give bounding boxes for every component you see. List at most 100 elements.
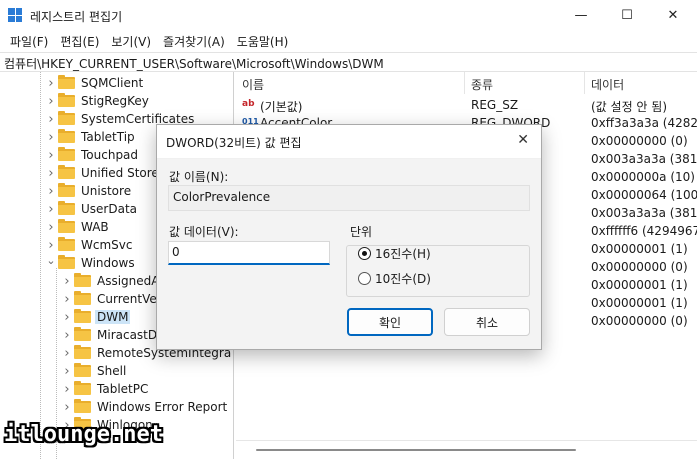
tree-item[interactable]: › SQMClient	[44, 74, 145, 92]
value-data-input[interactable]: 0	[168, 241, 330, 265]
folder-icon	[58, 255, 75, 269]
folder-icon	[58, 165, 75, 179]
ok-button[interactable]: 확인	[347, 308, 433, 336]
menu-help[interactable]: 도움말(H)	[231, 33, 295, 50]
folder-icon	[74, 327, 91, 341]
folder-icon	[58, 93, 75, 107]
menu-edit[interactable]: 편집(E)	[54, 33, 105, 50]
value-data: 0x00000000 (0)	[591, 314, 688, 328]
chevron-right-icon[interactable]: ›	[60, 400, 74, 415]
regedit-app-icon	[8, 8, 22, 22]
radio-hexadecimal-label: 16진수(H)	[375, 247, 431, 261]
menu-view[interactable]: 보기(V)	[105, 33, 157, 50]
chevron-right-icon[interactable]: ›	[44, 220, 58, 235]
value-data: 0xff3a3a3a (4282004	[591, 116, 697, 130]
chevron-right-icon[interactable]: ›	[60, 310, 74, 325]
value-name: (기본값)	[260, 100, 303, 114]
dialog-close-icon[interactable]: ✕	[517, 132, 529, 148]
radio-decimal[interactable]: 10진수(D)	[358, 270, 431, 287]
folder-icon	[74, 399, 91, 413]
maximize-button[interactable]: ☐	[604, 0, 650, 30]
watermark: itlounge.net	[4, 422, 163, 447]
tree-item[interactable]: › Unistore	[44, 182, 133, 200]
tree-item[interactable]: › TabletPC	[60, 380, 150, 398]
chevron-right-icon[interactable]: ›	[44, 112, 58, 127]
tree-item-label: Shell	[97, 364, 127, 378]
chevron-right-icon[interactable]: ›	[44, 130, 58, 145]
tree-item-label: TabletPC	[97, 382, 149, 396]
tree-item-label: SQMClient	[81, 76, 144, 90]
tree-item[interactable]: › WAB	[44, 218, 111, 236]
folder-icon	[58, 75, 75, 89]
radio-unselected-icon[interactable]	[358, 272, 371, 285]
tree-item-label: UserData	[81, 202, 138, 216]
folder-icon	[58, 111, 75, 125]
chevron-right-icon[interactable]: ›	[44, 184, 58, 199]
chevron-right-icon[interactable]: ›	[44, 148, 58, 163]
value-type: REG_SZ	[471, 98, 519, 112]
list-row[interactable]: ab (기본값) REG_SZ (값 설정 안 됨)	[236, 96, 697, 114]
radio-decimal-label: 10진수(D)	[375, 272, 431, 286]
column-header-data[interactable]: 데이터	[585, 72, 697, 94]
tree-item[interactable]: ⌄ Windows	[44, 254, 137, 272]
folder-icon	[74, 309, 91, 323]
tree-item[interactable]: › Unified Store	[44, 164, 161, 182]
value-data: 0x003a3a3a (38155	[591, 206, 697, 220]
horizontal-scrollbar[interactable]	[236, 440, 697, 459]
chevron-right-icon[interactable]: ›	[60, 292, 74, 307]
menu-favorites[interactable]: 즐겨찾기(A)	[157, 33, 231, 50]
tree-item-label: Windows	[81, 256, 135, 270]
tree-item-label: DWM	[95, 310, 131, 324]
scrollbar-thumb[interactable]	[256, 449, 576, 451]
chevron-right-icon[interactable]: ›	[60, 364, 74, 379]
value-data-label: 값 데이터(V):	[169, 225, 239, 239]
tree-item[interactable]: › CurrentVers	[60, 290, 170, 308]
tree-item[interactable]: › TabletTip	[44, 128, 137, 146]
value-data: 0x00000001 (1)	[591, 242, 688, 256]
radio-selected-icon[interactable]	[358, 247, 371, 260]
folder-icon	[74, 345, 91, 359]
tree-item-label: Unistore	[81, 184, 132, 198]
tree-item[interactable]: › Shell	[60, 362, 128, 380]
cancel-button[interactable]: 취소	[444, 308, 530, 336]
tree-item[interactable]: › DWM	[60, 308, 131, 326]
tree-item[interactable]: › UserData	[44, 200, 139, 218]
tree-item[interactable]: › Windows Error Report	[60, 398, 229, 416]
tree-item[interactable]: › MiracastDis	[60, 326, 169, 344]
chevron-right-icon[interactable]: ›	[44, 238, 58, 253]
value-data: (값 설정 안 됨)	[591, 100, 668, 114]
value-name-label: 값 이름(N):	[169, 170, 229, 184]
chevron-right-icon[interactable]: ›	[44, 76, 58, 91]
tree-item[interactable]: › WcmSvc	[44, 236, 134, 254]
folder-icon	[58, 129, 75, 143]
tree-item[interactable]: › Touchpad	[44, 146, 140, 164]
address-bar[interactable]: 컴퓨터\HKEY_CURRENT_USER\Software\Microsoft…	[0, 52, 697, 72]
chevron-right-icon[interactable]: ›	[60, 274, 74, 289]
tree-item[interactable]: › StigRegKey	[44, 92, 151, 110]
value-data: 0x00000000 (0)	[591, 260, 688, 274]
chevron-down-icon[interactable]: ⌄	[44, 254, 58, 267]
minimize-button[interactable]: —	[558, 0, 604, 30]
dialog-title: DWORD(32비트) 값 편집	[166, 136, 302, 150]
chevron-right-icon[interactable]: ›	[44, 202, 58, 217]
folder-icon	[74, 291, 91, 305]
close-button[interactable]: ✕	[650, 0, 696, 30]
value-data: 0x00000064 (100)	[591, 188, 697, 202]
folder-icon	[58, 237, 75, 251]
chevron-right-icon[interactable]: ›	[60, 328, 74, 343]
folder-icon	[58, 147, 75, 161]
edit-dword-dialog: DWORD(32비트) 값 편집 ✕ 값 이름(N): ColorPrevale…	[156, 124, 542, 350]
column-header-type[interactable]: 종류	[465, 72, 585, 94]
menu-file[interactable]: 파일(F)	[4, 33, 54, 50]
chevron-right-icon[interactable]: ›	[44, 94, 58, 109]
radio-hexadecimal[interactable]: 16진수(H)	[358, 245, 431, 262]
folder-icon	[58, 201, 75, 215]
chevron-right-icon[interactable]: ›	[60, 346, 74, 361]
column-header-name[interactable]: 이름	[236, 72, 465, 94]
base-group-label: 단위	[350, 225, 373, 239]
value-data: 0x00000001 (1)	[591, 278, 688, 292]
chevron-right-icon[interactable]: ›	[60, 382, 74, 397]
menu-bar: 파일(F) 편집(E) 보기(V) 즐겨찾기(A) 도움말(H)	[0, 30, 697, 52]
chevron-right-icon[interactable]: ›	[44, 166, 58, 181]
tree-item[interactable]: › AssignedAc	[60, 272, 168, 290]
